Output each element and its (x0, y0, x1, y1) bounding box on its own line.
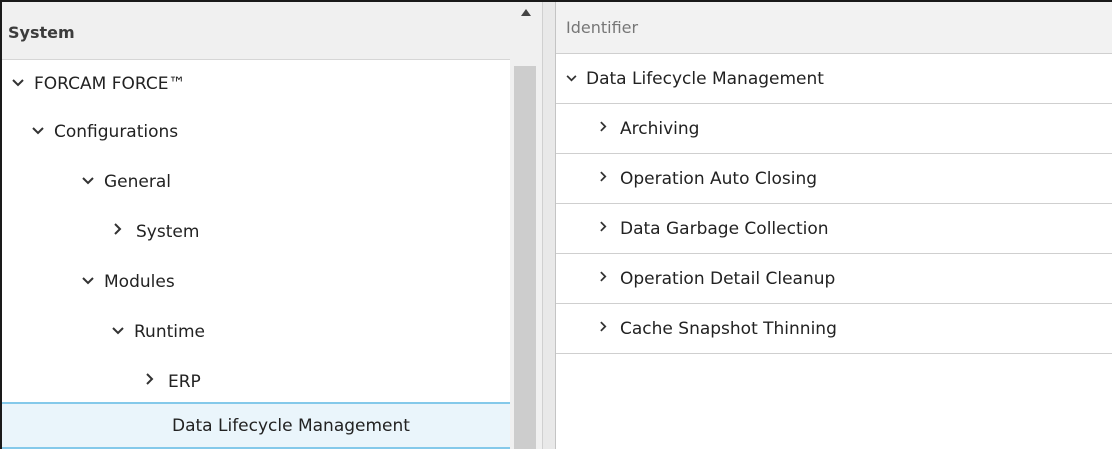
grid-row-label: Archiving (620, 118, 700, 139)
identifier-column-header[interactable]: Identifier (556, 2, 1112, 54)
grid-row-label: Data Lifecycle Management (586, 68, 824, 89)
scroll-up-button[interactable] (510, 2, 542, 22)
tree-item-label: FORCAM FORCE™ (34, 74, 186, 94)
triangle-up-icon (521, 8, 531, 16)
grid-row-label: Operation Detail Cleanup (620, 268, 836, 289)
chevron-down-icon (82, 258, 104, 306)
tree-item-configurations[interactable]: Configurations (2, 108, 510, 156)
detail-panel: Identifier Data Lifecycle Management Arc… (556, 2, 1112, 449)
grid-row-operation-auto-closing[interactable]: Operation Auto Closing (556, 154, 1112, 204)
tree-panel: System FORCAM FORCE™ Configurations Gene… (2, 2, 542, 449)
tree-item-general[interactable]: General (2, 158, 510, 206)
scroll-thumb[interactable] (514, 66, 536, 449)
chevron-right-icon (600, 254, 620, 304)
chevron-down-icon (82, 158, 104, 206)
grid-row-data-lifecycle-management[interactable]: Data Lifecycle Management (556, 54, 1112, 104)
chevron-down-icon (566, 54, 586, 104)
tree-item-label: Configurations (54, 122, 179, 142)
chevron-down-icon (112, 308, 134, 356)
tree-item-label: Runtime (134, 322, 206, 342)
tree-item-runtime[interactable]: Runtime (2, 308, 510, 356)
chevron-right-icon (600, 104, 620, 154)
tree-scrollbar[interactable] (510, 2, 542, 449)
tree-item-erp[interactable]: ERP (2, 358, 510, 406)
chevron-right-icon (146, 358, 168, 406)
grid-row-operation-detail-cleanup[interactable]: Operation Detail Cleanup (556, 254, 1112, 304)
chevron-right-icon (600, 204, 620, 254)
tree-item-label: General (104, 172, 171, 192)
grid-row-label: Data Garbage Collection (620, 218, 829, 239)
grid-row-label: Operation Auto Closing (620, 168, 818, 189)
chevron-down-icon (32, 108, 54, 156)
grid-row-label: Cache Snapshot Thinning (620, 318, 837, 339)
grid-row-archiving[interactable]: Archiving (556, 104, 1112, 154)
tree-item-label: System (136, 222, 200, 242)
grid-empty-area (556, 356, 1112, 449)
chevron-down-icon (12, 60, 34, 108)
tree-item-forcam-force[interactable]: FORCAM FORCE™ (2, 60, 510, 108)
tree-item-modules[interactable]: Modules (2, 258, 510, 306)
tree-item-label: ERP (168, 372, 201, 392)
grid-row-data-garbage-collection[interactable]: Data Garbage Collection (556, 204, 1112, 254)
tree-item-system[interactable]: System (2, 208, 510, 256)
panel-splitter[interactable] (542, 2, 556, 449)
tree-item-label: Modules (104, 272, 175, 292)
chevron-right-icon (600, 304, 620, 354)
tree-header: System (2, 2, 510, 60)
chevron-right-icon (600, 154, 620, 204)
chevron-right-icon (114, 208, 136, 256)
tree-item-label: Data Lifecycle Management (172, 415, 410, 436)
grid-row-cache-snapshot-thinning[interactable]: Cache Snapshot Thinning (556, 304, 1112, 354)
tree-item-data-lifecycle-management[interactable]: Data Lifecycle Management (2, 402, 510, 449)
